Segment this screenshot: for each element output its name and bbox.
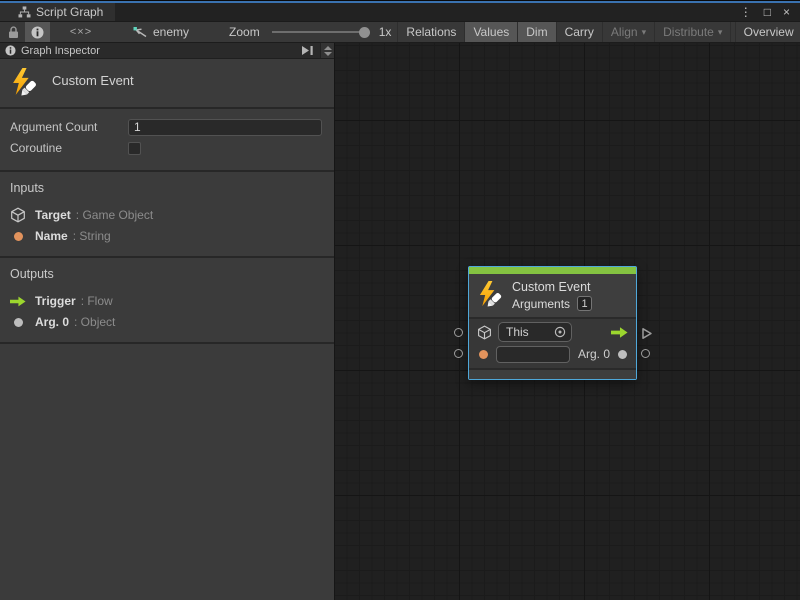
chevron-down-icon: ▾ [718, 27, 723, 38]
argument-count-input[interactable] [128, 119, 322, 136]
window-controls: ⋮ □ × [734, 3, 800, 21]
target-this-value: This [506, 325, 554, 339]
output-trigger-row: Trigger : Flow [10, 291, 324, 311]
node-arguments-label: Arguments [512, 297, 570, 311]
lock-icon [8, 26, 19, 39]
input-name-row: Name : String [10, 226, 324, 246]
code-icon: <×> [70, 26, 92, 38]
output-trigger-port[interactable] [641, 327, 653, 340]
port-type: : Game Object [76, 208, 153, 222]
tab-bar: Script Graph ⋮ □ × [0, 3, 800, 21]
inspector-event-title: Custom Event [52, 73, 134, 97]
event-settings-section: Argument Count Coroutine [0, 109, 334, 172]
input-name-port[interactable] [454, 349, 463, 358]
input-flow-port[interactable] [454, 328, 463, 337]
carry-button[interactable]: Carry [556, 22, 602, 42]
port-name: Name [35, 229, 68, 243]
game-object-cube-icon [477, 325, 492, 340]
zoom-slider[interactable] [272, 31, 365, 33]
spin-up-icon[interactable] [324, 46, 332, 50]
arg0-label: Arg. 0 [578, 347, 610, 361]
port-type: : String [73, 229, 111, 243]
string-port-icon [479, 350, 488, 359]
custom-event-icon [477, 281, 504, 308]
info-icon [5, 45, 16, 56]
custom-event-node[interactable]: Custom Event Arguments 1 This [468, 266, 637, 380]
node-body: This Arg. 0 [469, 319, 636, 368]
graph-toolbar: <×> enemy Zoom 1x Relations Values Dim C… [0, 21, 800, 43]
code-preview-button[interactable]: <×> [68, 22, 94, 42]
distribute-dropdown[interactable]: Distribute▾ [654, 22, 730, 42]
coroutine-row: Coroutine [10, 139, 322, 157]
unity-script-graph-window: Script Graph ⋮ □ × <×> [0, 0, 800, 600]
outputs-section: Outputs Trigger : Flow Arg. 0 : Object [0, 258, 334, 344]
string-port-icon [14, 232, 23, 241]
values-button[interactable]: Values [464, 22, 517, 42]
window-menu-button[interactable]: ⋮ [734, 5, 758, 19]
inspector-empty-space [0, 344, 334, 600]
panel-scroll-spinner [320, 43, 334, 58]
graph-canvas[interactable]: Custom Event Arguments 1 This [335, 43, 800, 600]
port-type: : Flow [81, 294, 113, 308]
custom-event-icon [10, 68, 39, 97]
graph-inspector-header: Graph Inspector [0, 43, 334, 59]
object-picker-icon[interactable] [554, 326, 566, 338]
node-header[interactable]: Custom Event Arguments 1 [469, 274, 636, 317]
dim-button[interactable]: Dim [517, 22, 555, 42]
node-title: Custom Event [512, 280, 592, 294]
node-arguments-value[interactable]: 1 [577, 296, 592, 311]
tab-script-graph[interactable]: Script Graph [0, 3, 115, 21]
zoom-label: Zoom [229, 25, 260, 39]
flow-arrow-icon [611, 327, 628, 338]
port-name: Arg. 0 [35, 315, 69, 329]
coroutine-label: Coroutine [10, 141, 128, 155]
port-name: Trigger [35, 294, 76, 308]
graph-tree-icon [18, 6, 31, 18]
zoom-value: 1x [379, 25, 392, 39]
event-name-input[interactable] [496, 346, 570, 363]
graph-inspector-title: Graph Inspector [21, 45, 100, 57]
argument-count-row: Argument Count [10, 118, 322, 136]
window-maximize-button[interactable]: □ [758, 5, 777, 19]
port-name: Target [35, 208, 71, 222]
relations-button[interactable]: Relations [397, 22, 464, 42]
event-node-color-bar [469, 267, 636, 274]
inputs-section: Inputs Target : Game Object Name : Strin… [0, 172, 334, 258]
game-object-cube-icon [10, 207, 26, 223]
object-port-icon [14, 318, 23, 327]
output-arg0-row: Arg. 0 : Object [10, 312, 324, 332]
port-type: : Object [74, 315, 115, 329]
align-dropdown[interactable]: Align▾ [602, 22, 654, 42]
window-close-button[interactable]: × [777, 5, 796, 19]
graph-inspector-panel: Graph Inspector Custom Event [0, 43, 335, 600]
toolbar-button-group: Relations Values Dim Carry Align▾ Distri… [397, 22, 800, 42]
breadcrumb-enemy[interactable]: enemy [126, 22, 195, 42]
spin-down-icon[interactable] [324, 52, 332, 56]
node-name-row: Arg. 0 [477, 343, 628, 365]
outputs-title: Outputs [10, 267, 324, 281]
flow-arrow-icon [10, 296, 26, 307]
event-header-section: Custom Event [0, 59, 334, 109]
graph-breadcrumb-icon [132, 26, 148, 39]
coroutine-checkbox[interactable] [128, 142, 141, 155]
target-this-dropdown[interactable]: This [498, 322, 572, 342]
inputs-title: Inputs [10, 181, 324, 195]
tab-title: Script Graph [36, 5, 103, 19]
input-target-row: Target : Game Object [10, 205, 324, 225]
dock-panel-icon[interactable] [301, 45, 314, 56]
inspector-toggle-button[interactable] [25, 22, 50, 42]
output-arg0-port[interactable] [641, 349, 650, 358]
overview-button[interactable]: Overview [735, 22, 800, 42]
lock-button[interactable] [2, 22, 25, 42]
info-icon [31, 26, 44, 39]
chevron-down-icon: ▾ [642, 27, 647, 38]
breadcrumb-label: enemy [153, 25, 189, 39]
zoom-control: Zoom 1x [223, 22, 397, 42]
object-port-icon [618, 350, 627, 359]
zoom-slider-handle[interactable] [359, 27, 370, 38]
main-area: Graph Inspector Custom Event [0, 43, 800, 600]
node-target-row: This [477, 321, 628, 343]
argument-count-label: Argument Count [10, 120, 128, 134]
node-footer [469, 368, 636, 379]
